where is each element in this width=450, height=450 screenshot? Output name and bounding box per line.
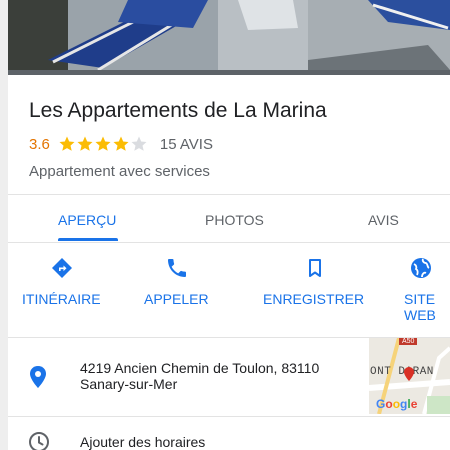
map-marker-icon [404, 367, 414, 381]
rating-row[interactable]: 3.6 15 AVIS [29, 134, 213, 154]
star-rating [58, 135, 148, 153]
clock-icon [29, 432, 49, 450]
star-filled-icon [113, 136, 129, 151]
address[interactable]: 4219 Ancien Chemin de Toulon, 83110 Sana… [80, 360, 370, 392]
bookmark-icon [309, 259, 321, 277]
divider [8, 416, 450, 417]
star-filled-icon [77, 136, 93, 151]
location-pin-icon [30, 366, 46, 388]
directions-icon [52, 258, 72, 278]
divider [8, 194, 450, 195]
review-count[interactable]: 15 AVIS [160, 136, 213, 153]
place-title: Les Appartements de La Marina [29, 99, 327, 122]
hero-photo[interactable] [8, 0, 450, 75]
tab-overview[interactable]: APERÇU [58, 212, 116, 228]
rating-value: 3.6 [29, 135, 50, 153]
map-road-badge: A50 [399, 338, 418, 345]
tab-photos[interactable]: PHOTOS [205, 212, 264, 228]
website-label-line2: WEB [404, 307, 436, 323]
call-label: APPELER [144, 291, 209, 307]
tab-reviews[interactable]: AVIS [368, 212, 399, 228]
address-line1: 4219 Ancien Chemin de Toulon, 83110 [80, 360, 320, 376]
map-road-label: ONT DARAN [370, 366, 434, 378]
globe-icon [411, 258, 431, 278]
phone-icon [168, 259, 186, 277]
star-filled-icon [95, 136, 111, 151]
map-thumbnail[interactable]: A50 ONT DARAN Google [369, 338, 450, 414]
star-empty-icon [131, 136, 147, 151]
website-label: SITE WEB [404, 291, 436, 323]
website-label-line1: SITE [404, 291, 436, 307]
divider [8, 242, 450, 243]
active-tab-indicator [58, 238, 118, 241]
save-label: ENREGISTRER [263, 291, 365, 307]
address-line2: Sanary-sur-Mer [80, 376, 178, 392]
add-hours-link[interactable]: Ajouter des horaires [80, 434, 205, 450]
directions-label: ITINÉRAIRE [22, 291, 101, 307]
place-card: Les Appartements de La Marina 3.6 15 AVI… [8, 0, 450, 450]
map-watermark: Google [376, 397, 418, 411]
star-filled-icon [59, 136, 75, 151]
place-category: Appartement avec services [29, 163, 210, 180]
